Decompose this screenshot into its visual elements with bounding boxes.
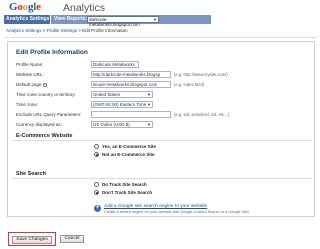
breadcrumb: Analytics Settings > Profile Settings > … xyxy=(6,28,128,33)
country-label: Time zone country or territory: xyxy=(16,92,76,97)
default-page-row: Default page? lecute-metalworks.blogspot… xyxy=(16,81,306,89)
add-site-search-promo: + Add a Google site search engine to you… xyxy=(94,204,314,216)
website-url-row: Website URL: http://darkcute-metalworks.… xyxy=(16,71,306,79)
radio-button-selected[interactable] xyxy=(94,190,99,195)
ecommerce-section-title: E-Commerce Website xyxy=(16,133,73,139)
exclude-params-label: Exclude URL Query Parameters: xyxy=(16,112,82,117)
save-button-highlight: Save Changes xyxy=(8,232,56,246)
breadcrumb-analytics-settings[interactable]: Analytics Settings xyxy=(6,28,42,33)
currency-select[interactable]: US Dollar (USD $) ▼ xyxy=(91,121,153,128)
radio-button-selected[interactable] xyxy=(94,152,99,157)
breadcrumb-separator: > xyxy=(78,28,81,33)
analytics-settings-tab[interactable]: Analytics Settings xyxy=(4,15,50,24)
add-site-search-link[interactable]: Add a Google site search engine to your … xyxy=(104,204,207,209)
time-zone-value: (GMT-04:00) Eastern Time xyxy=(93,102,147,107)
radio-button[interactable] xyxy=(94,182,99,187)
logo: Google Analytics xyxy=(4,1,204,15)
currency-row: Currency displayed as: US Dollar (USD $)… xyxy=(16,121,306,129)
default-page-hint: (e.g. index.html) xyxy=(174,82,205,87)
chevron-down-icon: ▼ xyxy=(147,92,151,97)
google-logo: Google xyxy=(9,1,41,13)
chevron-down-icon: ▼ xyxy=(153,17,157,22)
website-url-hint: (e.g. http://www.mysite.com/) xyxy=(174,72,228,77)
profile-name-label: Profile Name: xyxy=(16,62,44,67)
country-value: United States xyxy=(93,92,121,97)
default-page-label: Default page xyxy=(16,82,42,87)
breadcrumb-current: Edit Profile Information xyxy=(82,28,128,33)
report-profile-value: darkcute-metalworks.blogspot.com xyxy=(89,17,140,27)
time-zone-label: Time zone: xyxy=(16,102,39,107)
site-search-section-title: Site Search xyxy=(16,171,46,177)
exclude-params-row: Exclude URL Query Parameters: (e.g. sid,… xyxy=(16,111,306,119)
breadcrumb-separator: > xyxy=(42,28,46,33)
breadcrumb-profile-settings[interactable]: Profile Settings xyxy=(47,28,77,33)
do-track-label: Do Track Site Search xyxy=(102,182,147,187)
chevron-down-icon: ▼ xyxy=(147,122,151,127)
page-title: Edit Profile Information xyxy=(16,49,88,56)
time-zone-select[interactable]: (GMT-04:00) Eastern Time ▼ xyxy=(91,101,153,108)
ecommerce-no-label: Not an E-Commerce Site xyxy=(102,152,155,157)
report-profile-select[interactable]: darkcute-metalworks.blogspot.com ▼ xyxy=(87,16,159,27)
view-reports-bar: View Reports: darkcute-metalworks.blogsp… xyxy=(51,15,211,27)
default-page-label-wrap: Default page? xyxy=(16,82,47,87)
plus-icon: + xyxy=(94,205,101,212)
divider xyxy=(12,178,312,179)
cancel-button[interactable]: Cancel xyxy=(60,235,84,243)
ecommerce-yes-label: Yes, an E-Commerce Site xyxy=(102,144,157,149)
website-url-input[interactable]: http://darkcute-metalworks.blogsp xyxy=(91,71,171,78)
exclude-params-input[interactable] xyxy=(91,111,171,118)
view-reports-label: View Reports: xyxy=(54,16,88,22)
website-url-label: Website URL: xyxy=(16,72,44,77)
add-site-search-description: Create a search engine for your website … xyxy=(104,210,249,214)
default-page-input[interactable]: lecute-metalworks.blogspot.com xyxy=(91,81,171,88)
help-icon[interactable]: ? xyxy=(42,82,47,87)
exclude-params-hint: (e.g. sid, sessionid, vid, etc...) xyxy=(174,112,230,117)
dont-track-label: Don't Track Site Search xyxy=(102,190,153,195)
product-name: Analytics xyxy=(63,2,106,14)
time-zone-row: Time zone: (GMT-04:00) Eastern Time ▼ xyxy=(16,101,306,109)
radio-button[interactable] xyxy=(94,144,99,149)
content-area: Edit Profile Information Profile Name: D… xyxy=(5,37,317,249)
edit-profile-panel: Edit Profile Information Profile Name: D… xyxy=(7,41,315,217)
chevron-down-icon: ▼ xyxy=(147,102,151,107)
profile-name-row: Profile Name: Darkcute Metalworks xyxy=(16,61,306,69)
country-row: Time zone country or territory: United S… xyxy=(16,91,306,99)
profile-name-input[interactable]: Darkcute Metalworks xyxy=(91,61,139,68)
country-select[interactable]: United States ▼ xyxy=(91,91,153,98)
divider xyxy=(12,140,312,141)
currency-value: US Dollar (USD $) xyxy=(93,122,130,127)
currency-label: Currency displayed as: xyxy=(16,122,62,127)
save-changes-button[interactable]: Save Changes xyxy=(12,236,52,244)
top-nav-bar: Analytics Settings View Reports: darkcut… xyxy=(0,15,320,27)
